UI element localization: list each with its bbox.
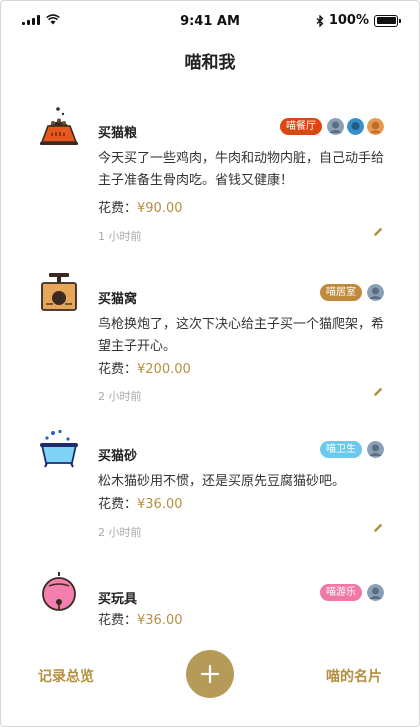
card-text: 松木猫砂用不惯，还是买原先豆腐猫砂吧。 [98,474,346,489]
card-tags: 喵餐厅 [280,118,384,135]
pencil-icon[interactable] [372,522,384,534]
card-title: 买猫砂 [98,449,138,464]
cost-value: ¥90.00 [137,201,183,216]
card-tags: 喵居室 [320,284,384,301]
record-card[interactable]: 买猫砂 喵卫生 松木猫砂用不惯，还是买原先豆腐猫砂吧。 花费：¥36.00 2 … [0,423,420,553]
category-tag[interactable]: 喵游乐 [320,584,362,601]
avatar[interactable] [367,284,384,301]
card-tags: 喵游乐 [320,584,384,601]
card-title: 买玩具 [98,592,138,607]
record-card[interactable]: 买猫粮 喵餐厅 今天买了一些鸡肉，牛肉和动物内脏，自己动手给主子准备生骨肉吃。省… [0,100,420,250]
pencil-icon[interactable] [372,386,384,398]
cost-value: ¥36.00 [137,613,183,628]
record-card[interactable]: 买猫窝 喵居室 鸟枪换炮了，这次下决心给主子买一个猫爬架，希望主子开心。 花费：… [0,266,420,406]
bluetooth-icon [316,14,324,27]
category-tag[interactable]: 喵餐厅 [280,118,322,135]
cost-label: 花费： [98,201,138,216]
litter-box-icon [40,429,78,468]
record-card[interactable]: 买玩具 喵游乐 花费：¥36.00 [0,566,420,636]
cost-label: 花费： [98,497,138,512]
cost: 花费：¥36.00 [98,609,183,628]
avatar[interactable] [367,584,384,601]
cat-house-icon [41,273,77,311]
card-title: 买猫粮 [98,126,138,141]
timestamp: 2 小时前 [98,390,142,403]
avatar[interactable] [367,441,384,458]
avatar[interactable] [347,118,364,135]
cost-value: ¥200.00 [137,362,191,377]
card-text: 今天买了一些鸡肉，牛肉和动物内脏，自己动手给主子准备生骨肉吃。省钱又健康！ [98,151,385,188]
cost: 花费：¥90.00 [98,197,183,216]
cost: 花费：¥200.00 [98,358,191,377]
plus-icon [201,665,219,683]
status-bar: 9:41 AM 100% [0,10,420,32]
cost-value: ¥36.00 [137,497,183,512]
battery-level [376,17,396,24]
pencil-icon[interactable] [372,226,384,238]
cost-label: 花费： [98,362,138,377]
avatar[interactable] [327,118,344,135]
cost-label: 花费： [98,613,138,628]
add-record-button[interactable] [186,650,234,698]
avatar[interactable] [367,118,384,135]
card-text: 鸟枪换炮了，这次下决心给主子买一个猫爬架，希望主子开心。 [98,317,385,354]
battery-percent: 100% [328,13,369,28]
status-right: 100% [316,13,401,28]
timestamp: 2 小时前 [98,526,142,539]
card-tags: 喵卫生 [320,441,384,458]
toy-ball-icon [42,572,76,611]
cat-food-bowl-icon [40,107,78,145]
page-title: 喵和我 [184,53,236,73]
timestamp: 1 小时前 [98,230,142,243]
category-tag[interactable]: 喵卫生 [320,441,362,458]
category-tag[interactable]: 喵居室 [320,284,362,301]
cost: 花费：¥36.00 [98,493,183,512]
nav-overview[interactable]: 记录总览 [38,666,94,686]
bottom-nav: 记录总览 喵的名片 [0,650,420,705]
battery-icon [374,14,401,27]
nav-cat-profile[interactable]: 喵的名片 [326,666,382,686]
card-title: 买猫窝 [98,292,138,307]
